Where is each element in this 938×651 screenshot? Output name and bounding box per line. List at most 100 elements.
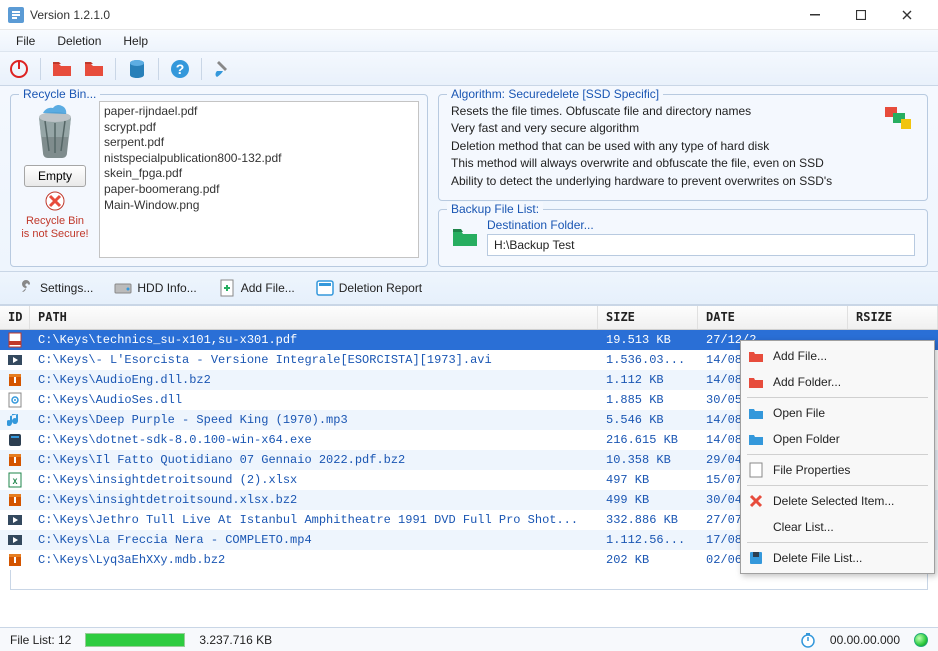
- backup-legend: Backup File List:: [447, 202, 543, 216]
- toolbar-sep: [40, 58, 41, 80]
- col-id[interactable]: ID: [0, 306, 30, 329]
- recycle-item[interactable]: serpent.pdf: [104, 135, 414, 151]
- cell-size: 5.546 KB: [598, 413, 698, 427]
- file-type-icon: [7, 332, 23, 348]
- menu-file[interactable]: File: [6, 32, 45, 50]
- folder-red-icon: [747, 347, 765, 365]
- cell-path: C:\Keys\Deep Purple - Speed King (1970).…: [30, 413, 598, 427]
- ctx-sep: [747, 397, 928, 398]
- panels-row: Recycle Bin... Empty Recycle Binis not S…: [0, 86, 938, 271]
- toolbar-sep: [201, 58, 202, 80]
- recycle-item[interactable]: nistspecialpublication800-132.pdf: [104, 151, 414, 167]
- cell-path: C:\Keys\Lyq3aEhXXy.mdb.bz2: [30, 553, 598, 567]
- cell-size: 497 KB: [598, 473, 698, 487]
- file-type-icon: [7, 532, 23, 548]
- folder-red2-icon[interactable]: [81, 56, 107, 82]
- power-button[interactable]: [6, 56, 32, 82]
- toolbar-sep: [115, 58, 116, 80]
- file-type-icon: X: [7, 472, 23, 488]
- help-icon[interactable]: ?: [167, 56, 193, 82]
- algorithm-description: Resets the file times. Obfuscate file an…: [447, 101, 919, 192]
- folder-blue-icon: [747, 404, 765, 422]
- algo-line: Very fast and very secure algorithm: [451, 120, 883, 137]
- toolbar-sep: [158, 58, 159, 80]
- ctx-add-folder[interactable]: Add Folder...: [743, 369, 932, 395]
- clean-icon[interactable]: [210, 56, 236, 82]
- status-progress: [85, 633, 185, 647]
- col-size[interactable]: SIZE: [598, 306, 698, 329]
- folder-green-icon: [451, 225, 479, 249]
- ctx-sep: [747, 542, 928, 543]
- col-rsize[interactable]: RSIZE: [848, 306, 938, 329]
- recycle-listbox[interactable]: paper-rijndael.pdf scrypt.pdf serpent.pd…: [99, 101, 419, 258]
- status-total: 3.237.716 KB: [199, 633, 272, 647]
- file-type-icon: [7, 412, 23, 428]
- menu-deletion[interactable]: Deletion: [47, 32, 111, 50]
- add-file-icon: [217, 278, 237, 298]
- recycle-item[interactable]: paper-boomerang.pdf: [104, 182, 414, 198]
- cell-size: 332.886 KB: [598, 513, 698, 527]
- cell-size: 1.536.03...: [598, 353, 698, 367]
- ctx-delete-file-list[interactable]: Delete File List...: [743, 545, 932, 571]
- backup-panel: Backup File List: Destination Folder...: [438, 209, 928, 267]
- disk-icon: [747, 549, 765, 567]
- cell-size: 19.513 KB: [598, 333, 698, 347]
- col-path[interactable]: PATH: [30, 306, 598, 329]
- cell-path: C:\Keys\Jethro Tull Live At Istanbul Amp…: [30, 513, 598, 527]
- database-icon[interactable]: [124, 56, 150, 82]
- ctx-open-file[interactable]: Open File: [743, 400, 932, 426]
- flag-icon: [883, 103, 915, 135]
- cell-path: C:\Keys\AudioSes.dll: [30, 393, 598, 407]
- minimize-button[interactable]: [792, 0, 838, 30]
- file-type-icon: [7, 392, 23, 408]
- folder-red-icon[interactable]: [49, 56, 75, 82]
- dest-folder-input[interactable]: [487, 234, 915, 256]
- maximize-button[interactable]: [838, 0, 884, 30]
- recycle-warning: Recycle Binis not Secure!: [21, 215, 88, 241]
- status-elapsed: 00.00.00.000: [830, 633, 900, 647]
- cell-path: C:\Keys\La Freccia Nera - COMPLETO.mp4: [30, 533, 598, 547]
- cell-path: C:\Keys\insightdetroitsound.xlsx.bz2: [30, 493, 598, 507]
- algorithm-legend: Algorithm: Securedelete [SSD Specific]: [447, 87, 663, 101]
- cell-path: C:\Keys\- L'Esorcista - Versione Integra…: [30, 353, 598, 367]
- algo-line: Resets the file times. Obfuscate file an…: [451, 103, 883, 120]
- page-icon: [747, 461, 765, 479]
- recycle-item[interactable]: paper-rijndael.pdf: [104, 104, 414, 120]
- menu-help[interactable]: Help: [113, 32, 158, 50]
- ctx-delete-selected[interactable]: Delete Selected Item...: [743, 488, 932, 514]
- deletion-report-button[interactable]: Deletion Report: [309, 276, 428, 300]
- delete-x-icon: [747, 492, 765, 510]
- close-button[interactable]: [884, 0, 930, 30]
- col-date[interactable]: DATE: [698, 306, 848, 329]
- hdd-info-button[interactable]: HDD Info...: [107, 276, 202, 300]
- app-icon: [8, 7, 24, 23]
- ctx-sep: [747, 485, 928, 486]
- file-type-icon: [7, 512, 23, 528]
- menubar: File Deletion Help: [0, 30, 938, 52]
- file-type-icon: [7, 372, 23, 388]
- algo-line: Ability to detect the underlying hardwar…: [451, 173, 883, 190]
- svg-text:?: ?: [176, 61, 185, 77]
- ctx-add-file[interactable]: Add File...: [743, 343, 932, 369]
- recycle-legend: Recycle Bin...: [19, 87, 100, 101]
- recycle-item[interactable]: skein_fpga.pdf: [104, 166, 414, 182]
- ctx-file-props[interactable]: File Properties: [743, 457, 932, 483]
- status-filelist: File List: 12: [10, 633, 71, 647]
- empty-recycle-button[interactable]: Empty: [24, 165, 86, 187]
- recycle-item[interactable]: Main-Window.png: [104, 198, 414, 214]
- ctx-clear-list[interactable]: Clear List...: [743, 514, 932, 540]
- context-menu: Add File... Add Folder... Open File Open…: [740, 340, 935, 574]
- add-file-button[interactable]: Add File...: [211, 276, 301, 300]
- recycle-bin-icon: [25, 101, 85, 161]
- warning-x-icon: [45, 191, 65, 211]
- algorithm-panel: Algorithm: Securedelete [SSD Specific] R…: [438, 94, 928, 201]
- ctx-open-folder[interactable]: Open Folder: [743, 426, 932, 452]
- window-title: Version 1.2.1.0: [30, 8, 792, 22]
- folder-blue-icon: [747, 430, 765, 448]
- recycle-item[interactable]: scrypt.pdf: [104, 120, 414, 136]
- cell-size: 499 KB: [598, 493, 698, 507]
- settings-button[interactable]: Settings...: [10, 276, 99, 300]
- cell-size: 202 KB: [598, 553, 698, 567]
- file-type-icon: [7, 552, 23, 568]
- secondary-toolbar: Settings... HDD Info... Add File... Dele…: [0, 271, 938, 305]
